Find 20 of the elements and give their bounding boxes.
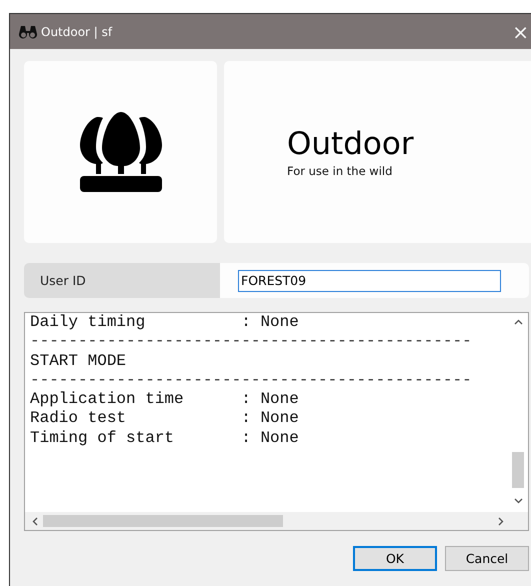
log-line: Daily timing : None <box>30 313 300 332</box>
binoculars-icon <box>19 24 37 38</box>
log-line: Application time : None <box>30 390 300 410</box>
trees-icon <box>80 112 162 194</box>
separator-line-text: ---------------------------------------------- <box>30 370 473 390</box>
separator-line-text: ---------------------------------------------- <box>30 332 473 352</box>
log-line: Radio test : None <box>30 409 300 429</box>
scrollbar-thumb[interactable] <box>512 452 524 488</box>
log-line: START MODE <box>30 352 128 371</box>
cancel-button[interactable]: Cancel <box>445 546 529 571</box>
card-title: Outdoor <box>287 126 414 162</box>
ok-button[interactable]: OK <box>353 546 437 571</box>
window-title: Outdoor | sf <box>41 24 112 38</box>
horizontal-scrollbar[interactable] <box>25 512 528 530</box>
log-line: Timing of start : None <box>30 428 300 448</box>
user-id-field[interactable]: FOREST09 <box>238 270 501 292</box>
card-subtitle: For use in the wild <box>287 164 394 178</box>
scrollbar-thumb[interactable] <box>43 515 283 527</box>
field-label: User ID <box>24 263 220 298</box>
close-button[interactable]: × <box>512 22 529 42</box>
